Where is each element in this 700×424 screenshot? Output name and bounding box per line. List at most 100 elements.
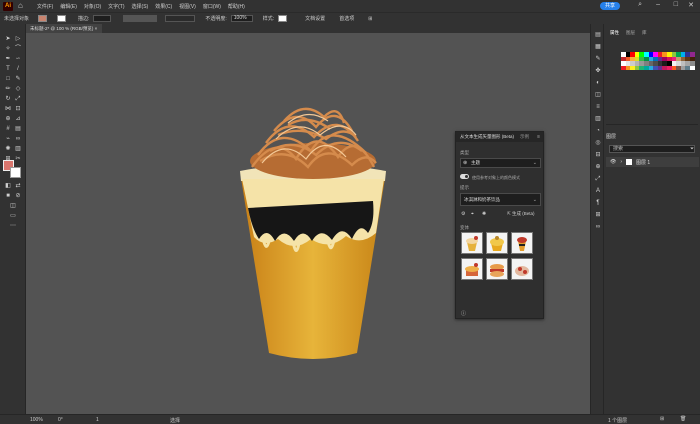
- prefs-button[interactable]: 首选项: [339, 15, 354, 22]
- fill-swatch[interactable]: [38, 15, 47, 22]
- page-field[interactable]: 1: [96, 417, 99, 423]
- rotate-icon[interactable]: ↻: [4, 96, 12, 102]
- panel-tab-examples[interactable]: 示例: [520, 134, 529, 140]
- menu-help[interactable]: 帮助(H): [228, 3, 245, 10]
- variation-thumb-4[interactable]: [461, 258, 483, 280]
- screen-mode-icon[interactable]: ▭: [9, 213, 17, 219]
- variation-thumb-1[interactable]: [461, 232, 483, 254]
- lasso-icon[interactable]: ⌒: [14, 46, 22, 52]
- info-icon[interactable]: ⓘ: [461, 310, 466, 317]
- pencil-icon[interactable]: ✏: [4, 86, 12, 92]
- variation-thumb-6[interactable]: [511, 258, 533, 280]
- links-icon[interactable]: ∞: [594, 224, 602, 230]
- variation-thumb-3[interactable]: [511, 232, 533, 254]
- variation-thumb-5[interactable]: [486, 258, 508, 280]
- zoom-field[interactable]: 100%: [30, 417, 43, 423]
- align-icon[interactable]: ⊟: [594, 152, 602, 158]
- stroke-weight-field[interactable]: [93, 15, 112, 22]
- draw-mode-icon[interactable]: ◫: [9, 203, 17, 209]
- swap-colors-icon[interactable]: ⇄: [14, 183, 22, 189]
- line-tool-icon[interactable]: /: [14, 66, 22, 72]
- paragraph-icon[interactable]: ¶: [594, 200, 602, 206]
- opacity-field[interactable]: 100%: [230, 15, 253, 22]
- menu-object[interactable]: 对象(O): [84, 3, 101, 10]
- variable-width-field[interactable]: [123, 15, 158, 22]
- appearance-icon[interactable]: ◎: [594, 140, 602, 146]
- menu-select[interactable]: 选择(S): [132, 3, 149, 10]
- more-tools-icon[interactable]: ⋯: [9, 223, 17, 229]
- layers-search-input[interactable]: 搜索: [609, 145, 695, 153]
- delete-layer-icon[interactable]: 🗑: [680, 416, 686, 422]
- graph-icon[interactable]: ▥: [14, 146, 22, 152]
- free-transform-icon[interactable]: ⊡: [14, 106, 22, 112]
- type-tool-icon[interactable]: T: [4, 66, 12, 72]
- blend-icon[interactable]: ∞: [14, 136, 22, 142]
- shape-builder-icon[interactable]: ⊕: [4, 116, 12, 122]
- swatch-grid[interactable]: [621, 52, 697, 71]
- transform-icon[interactable]: ⤢: [594, 176, 602, 182]
- gear-icon[interactable]: ✺: [482, 211, 486, 217]
- stroke-icon[interactable]: ≡: [594, 104, 602, 110]
- generate-button[interactable]: ⇱ 生成 (Beta): [507, 211, 535, 217]
- brushes-icon[interactable]: ✎: [594, 56, 602, 62]
- close-icon[interactable]: ✕: [688, 1, 694, 9]
- none-color-icon[interactable]: ⊘: [14, 193, 22, 199]
- doc-tab[interactable]: 未标题-2* @ 100 % (RGB/预览) ×: [26, 24, 102, 33]
- gradient-panel-icon[interactable]: ▥: [594, 116, 602, 122]
- color-reference-toggle[interactable]: [460, 174, 469, 179]
- gradient-icon[interactable]: ▤: [14, 126, 22, 132]
- transparency-icon[interactable]: ◔: [594, 128, 602, 134]
- menu-edit[interactable]: 编辑(E): [60, 3, 77, 10]
- magic-wand-icon[interactable]: ✧: [4, 46, 12, 52]
- eyedropper-icon[interactable]: ⌁: [4, 136, 12, 142]
- curvature-tool-icon[interactable]: ∽: [14, 56, 22, 62]
- menu-type[interactable]: 文字(T): [108, 3, 124, 10]
- swatch[interactable]: [689, 65, 695, 71]
- rotate-field[interactable]: 0°: [58, 417, 63, 423]
- scale-icon[interactable]: ⤢: [14, 96, 22, 102]
- menu-file[interactable]: 文件(F): [37, 3, 53, 10]
- direct-selection-tool-icon[interactable]: ▷: [14, 36, 22, 42]
- type-select[interactable]: ⊛ 主题 ⌄: [460, 158, 541, 168]
- menu-view[interactable]: 视图(V): [179, 3, 196, 10]
- swatches-icon[interactable]: ▦: [594, 44, 602, 50]
- symbols-icon[interactable]: ✤: [594, 68, 602, 74]
- share-button[interactable]: 共享: [599, 2, 620, 10]
- prompt-input[interactable]: 冰淇淋和奶茶饮品 ⌄: [460, 193, 541, 206]
- color-icon[interactable]: ◐: [594, 80, 602, 86]
- settings-icon[interactable]: ⚙: [461, 211, 465, 217]
- tab-layers[interactable]: 图层: [626, 30, 635, 36]
- menu-effect[interactable]: 效果(C): [155, 3, 172, 10]
- home-icon[interactable]: ⌂: [18, 2, 23, 10]
- stroke-swatch[interactable]: [57, 15, 66, 22]
- visibility-icon[interactable]: 👁: [610, 159, 616, 165]
- layer-row[interactable]: 👁 › 图层 1: [606, 157, 699, 167]
- paintbrush-icon[interactable]: ✎: [14, 76, 22, 82]
- symbol-sprayer-icon[interactable]: ✺: [4, 146, 12, 152]
- minimize-icon[interactable]: –: [656, 1, 660, 8]
- color-mode-icon[interactable]: ■: [4, 193, 12, 199]
- tab-properties[interactable]: 属性: [610, 30, 619, 36]
- search-icon[interactable]: ⌕: [638, 1, 642, 9]
- pen-tool-icon[interactable]: ✒: [4, 56, 12, 62]
- brush-select[interactable]: [165, 15, 196, 22]
- pathfinder-icon[interactable]: ⊕: [594, 164, 602, 170]
- graphic-styles-icon[interactable]: ◫: [594, 92, 602, 98]
- arrange-icon[interactable]: ⊞: [368, 16, 372, 22]
- layer-expand-icon[interactable]: ›: [620, 159, 622, 165]
- style-swatch[interactable]: [278, 15, 288, 22]
- doc-tab-close-icon[interactable]: ×: [95, 26, 98, 31]
- pin-icon[interactable]: ⌖: [471, 211, 474, 217]
- rectangle-tool-icon[interactable]: □: [4, 76, 12, 82]
- artboards-icon[interactable]: ⊞: [594, 212, 602, 218]
- tab-libraries[interactable]: 库: [642, 30, 647, 36]
- filter-icon[interactable]: ⏷: [690, 146, 694, 152]
- variation-thumb-2[interactable]: [486, 232, 508, 254]
- properties-icon[interactable]: ▤: [594, 32, 602, 38]
- mesh-icon[interactable]: #: [4, 126, 12, 132]
- eraser-icon[interactable]: ◇: [14, 86, 22, 92]
- doc-setup-button[interactable]: 文档设置: [305, 15, 325, 22]
- stroke-color-icon[interactable]: [10, 167, 21, 178]
- width-tool-icon[interactable]: ⋈: [4, 106, 12, 112]
- new-layer-icon[interactable]: ⊞: [660, 416, 664, 422]
